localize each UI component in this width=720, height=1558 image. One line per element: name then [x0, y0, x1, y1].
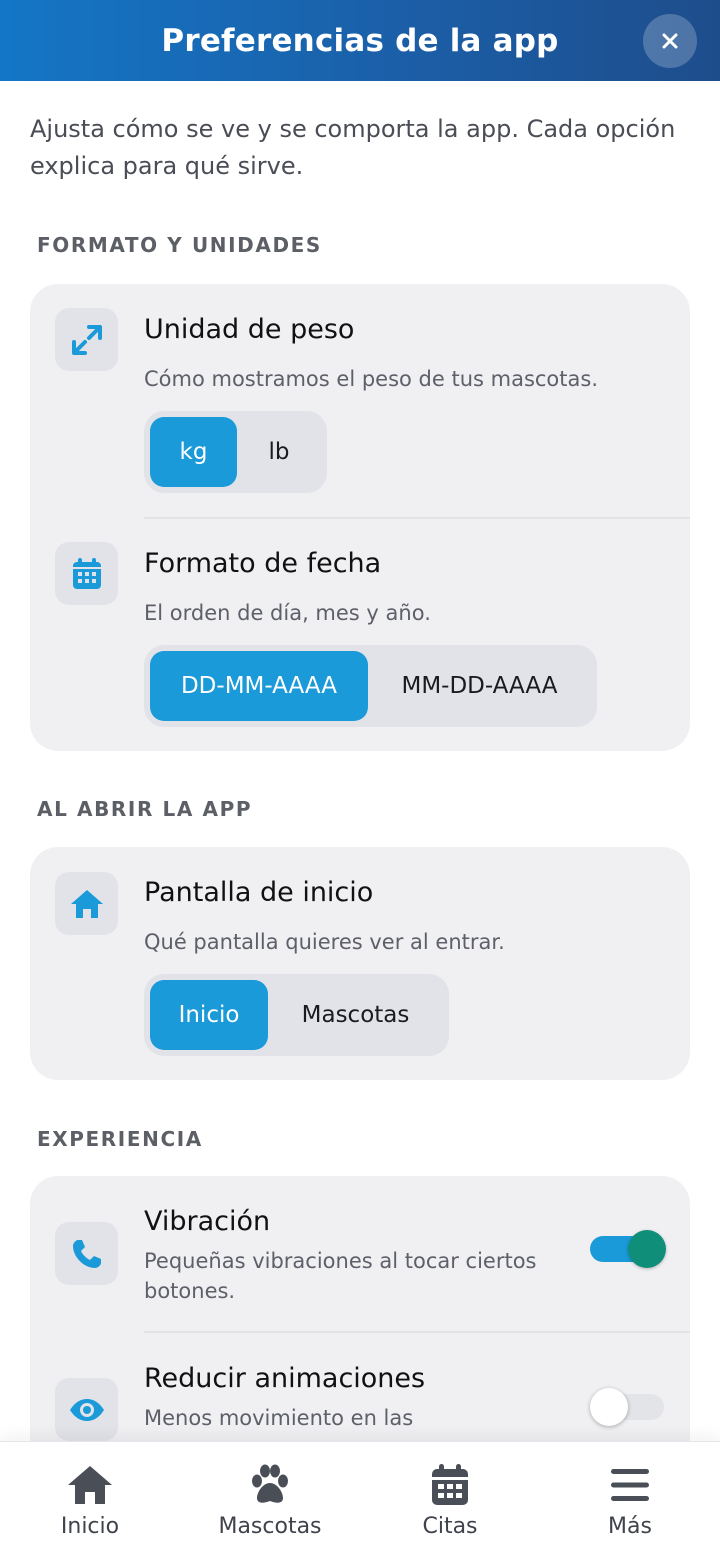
toggle-knob — [628, 1230, 666, 1268]
calendar-icon — [360, 1462, 540, 1508]
setting-home-screen: Pantalla de inicio Qué pantalla quieres … — [30, 847, 690, 1080]
setting-description: Menos movimiento en las — [144, 1406, 414, 1430]
segment-option-mascotas[interactable]: Mascotas — [268, 980, 443, 1050]
nav-label: Inicio — [60, 1514, 120, 1539]
section-title-open: AL ABRIR LA APP — [37, 797, 253, 821]
vibration-toggle[interactable] — [590, 1229, 670, 1269]
reduce-animations-toggle[interactable] — [590, 1387, 670, 1427]
bottom-navigation: Inicio Mascotas Citas Más — [0, 1441, 720, 1558]
card-format: Unidad de peso Cómo mostramos el peso de… — [30, 284, 690, 751]
segment-option-inicio[interactable]: Inicio — [150, 980, 268, 1050]
nav-item-mas[interactable]: Más — [540, 1442, 720, 1558]
nav-label: Más — [608, 1514, 652, 1539]
setting-title: Vibración — [144, 1206, 271, 1237]
setting-title: Pantalla de inicio — [144, 877, 374, 908]
nav-label: Citas — [422, 1514, 478, 1539]
setting-title: Formato de fecha — [144, 548, 382, 579]
segment-option-mm-dd-aaaa[interactable]: MM-DD-AAAA — [368, 651, 591, 721]
setting-description: Cómo mostramos el peso de tus mascotas. — [144, 367, 599, 391]
nav-item-inicio[interactable]: Inicio — [0, 1442, 180, 1558]
preferences-scroll-area[interactable]: Ajusta cómo se ve y se comporta la app. … — [0, 81, 720, 1441]
close-button[interactable] — [643, 14, 697, 68]
app-header: Preferencias de la app — [0, 0, 720, 81]
intro-text: Ajusta cómo se ve y se comporta la app. … — [30, 115, 676, 180]
menu-icon — [540, 1462, 720, 1508]
card-open-app: Pantalla de inicio Qué pantalla quieres … — [30, 847, 690, 1080]
setting-description: Qué pantalla quieres ver al entrar. — [144, 930, 505, 954]
nav-item-mascotas[interactable]: Mascotas — [180, 1442, 360, 1558]
segment-option-dd-mm-aaaa[interactable]: DD-MM-AAAA — [150, 651, 368, 721]
section-title-experience: EXPERIENCIA — [37, 1127, 203, 1151]
segment-option-lb[interactable]: lb — [237, 417, 321, 487]
calendar-icon — [55, 542, 118, 605]
nav-item-citas[interactable]: Citas — [360, 1442, 540, 1558]
paw-icon — [180, 1462, 360, 1508]
home-icon — [55, 872, 118, 935]
setting-description: Pequeñas vibraciones al tocar ciertos bo… — [144, 1249, 537, 1303]
phone-icon — [55, 1222, 118, 1285]
setting-title: Reducir animaciones — [144, 1363, 426, 1394]
setting-description: El orden de día, mes y año. — [144, 601, 431, 625]
home-screen-segmented-control: Inicio Mascotas — [144, 974, 449, 1056]
setting-weight-unit: Unidad de peso Cómo mostramos el peso de… — [30, 284, 690, 518]
weight-unit-segmented-control: kg lb — [144, 411, 327, 493]
home-icon — [0, 1462, 180, 1508]
section-title-format: FORMATO Y UNIDADES — [37, 233, 322, 257]
close-icon — [662, 33, 678, 49]
setting-date-format: Formato de fecha El orden de día, mes y … — [30, 519, 690, 751]
nav-label: Mascotas — [218, 1514, 322, 1539]
setting-title: Unidad de peso — [144, 314, 355, 345]
card-experience: Vibración Pequeñas vibraciones al tocar … — [30, 1176, 690, 1441]
segment-option-kg[interactable]: kg — [150, 417, 237, 487]
resize-arrows-icon — [55, 308, 118, 371]
setting-vibration: Vibración Pequeñas vibraciones al tocar … — [30, 1176, 690, 1331]
page-title: Preferencias de la app — [161, 22, 559, 59]
eye-icon — [55, 1378, 118, 1441]
date-format-segmented-control: DD-MM-AAAA MM-DD-AAAA — [144, 645, 597, 727]
setting-reduce-animations: Reducir animaciones Menos movimiento en … — [30, 1333, 690, 1441]
toggle-knob — [590, 1388, 628, 1426]
